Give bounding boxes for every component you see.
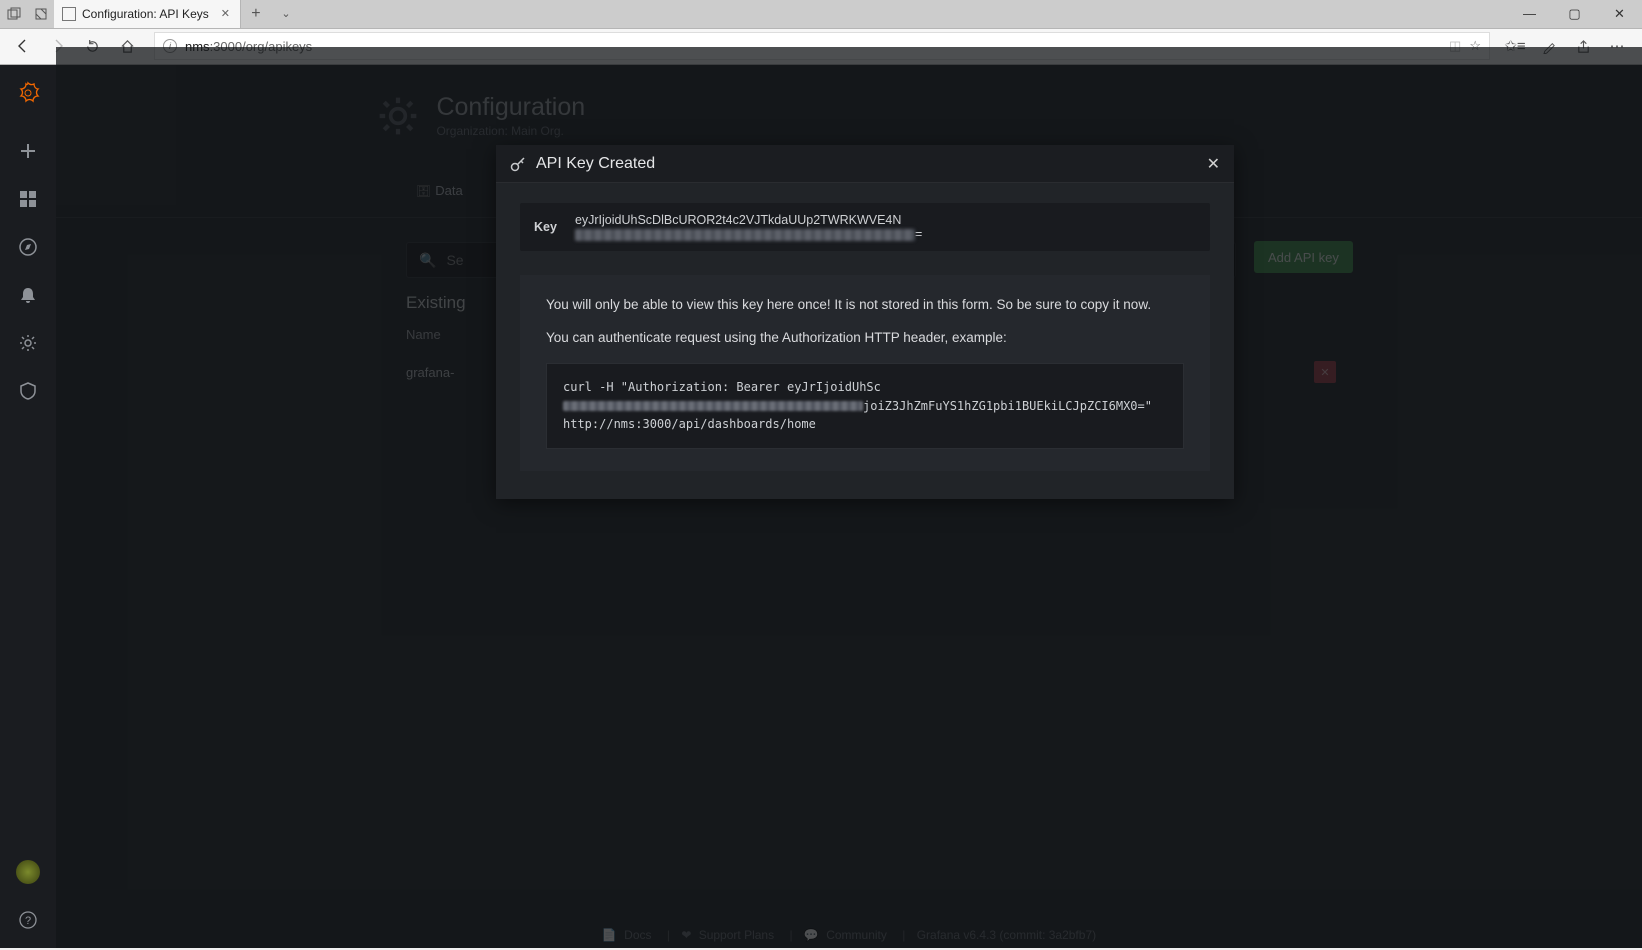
explore-icon[interactable]	[16, 235, 40, 259]
configuration-gear-icon[interactable]	[16, 331, 40, 355]
modal-header: API Key Created ✕	[496, 145, 1234, 183]
svg-text:?: ?	[25, 915, 31, 927]
modal-info-line-2: You can authenticate request using the A…	[546, 330, 1184, 345]
alerting-bell-icon[interactable]	[16, 283, 40, 307]
dashboards-icon[interactable]	[16, 187, 40, 211]
api-key-field[interactable]: Key eyJrIjoidUhScDlBcUROR2t4c2VJTkdaUUp2…	[520, 203, 1210, 251]
window-minimize-button[interactable]: —	[1507, 0, 1552, 28]
modal-info-block: You will only be able to view this key h…	[520, 275, 1210, 471]
tab-favicon-icon	[62, 7, 76, 21]
user-avatar[interactable]	[16, 860, 40, 884]
app-viewport: ? Configuration Organization: Main Org. …	[0, 65, 1642, 948]
tab-close-icon[interactable]: ✕	[221, 7, 230, 20]
redacted-key-segment	[575, 229, 915, 241]
tab-title: Configuration: API Keys	[82, 7, 209, 21]
api-key-value: eyJrIjoidUhScDlBcUROR2t4c2VJTkdaUUp2TWRK…	[575, 213, 1196, 241]
tab-dropdown-icon[interactable]: ⌄	[271, 7, 301, 20]
sidebar: ?	[0, 65, 56, 948]
api-key-label: Key	[534, 220, 557, 234]
modal-close-button[interactable]: ✕	[1207, 154, 1220, 174]
curl-example-code[interactable]: curl -H "Authorization: Bearer eyJrIjoid…	[546, 363, 1184, 449]
redacted-curl-segment	[563, 401, 863, 411]
help-icon[interactable]: ?	[16, 908, 40, 932]
api-key-created-modal: API Key Created ✕ Key eyJrIjoidUhScDlBcU…	[496, 145, 1234, 499]
browser-tab-active[interactable]: Configuration: API Keys ✕	[54, 0, 241, 28]
server-admin-shield-icon[interactable]	[16, 379, 40, 403]
tab-actions-icon-1[interactable]	[0, 0, 27, 28]
key-icon	[510, 156, 526, 172]
tab-actions-icon-2[interactable]	[27, 0, 54, 28]
modal-info-line-1: You will only be able to view this key h…	[546, 297, 1184, 312]
plus-icon[interactable]	[16, 139, 40, 163]
nav-back-button[interactable]	[6, 31, 39, 61]
modal-title: API Key Created	[536, 155, 655, 173]
window-maximize-button[interactable]: ▢	[1552, 0, 1597, 28]
browser-tab-bar: Configuration: API Keys ✕ + ⌄ — ▢ ✕	[0, 0, 1642, 29]
page-content: Configuration Organization: Main Org. 🗄D…	[56, 65, 1642, 948]
new-tab-button[interactable]: +	[241, 5, 271, 23]
grafana-logo-icon[interactable]	[16, 81, 40, 105]
window-close-button[interactable]: ✕	[1597, 0, 1642, 28]
